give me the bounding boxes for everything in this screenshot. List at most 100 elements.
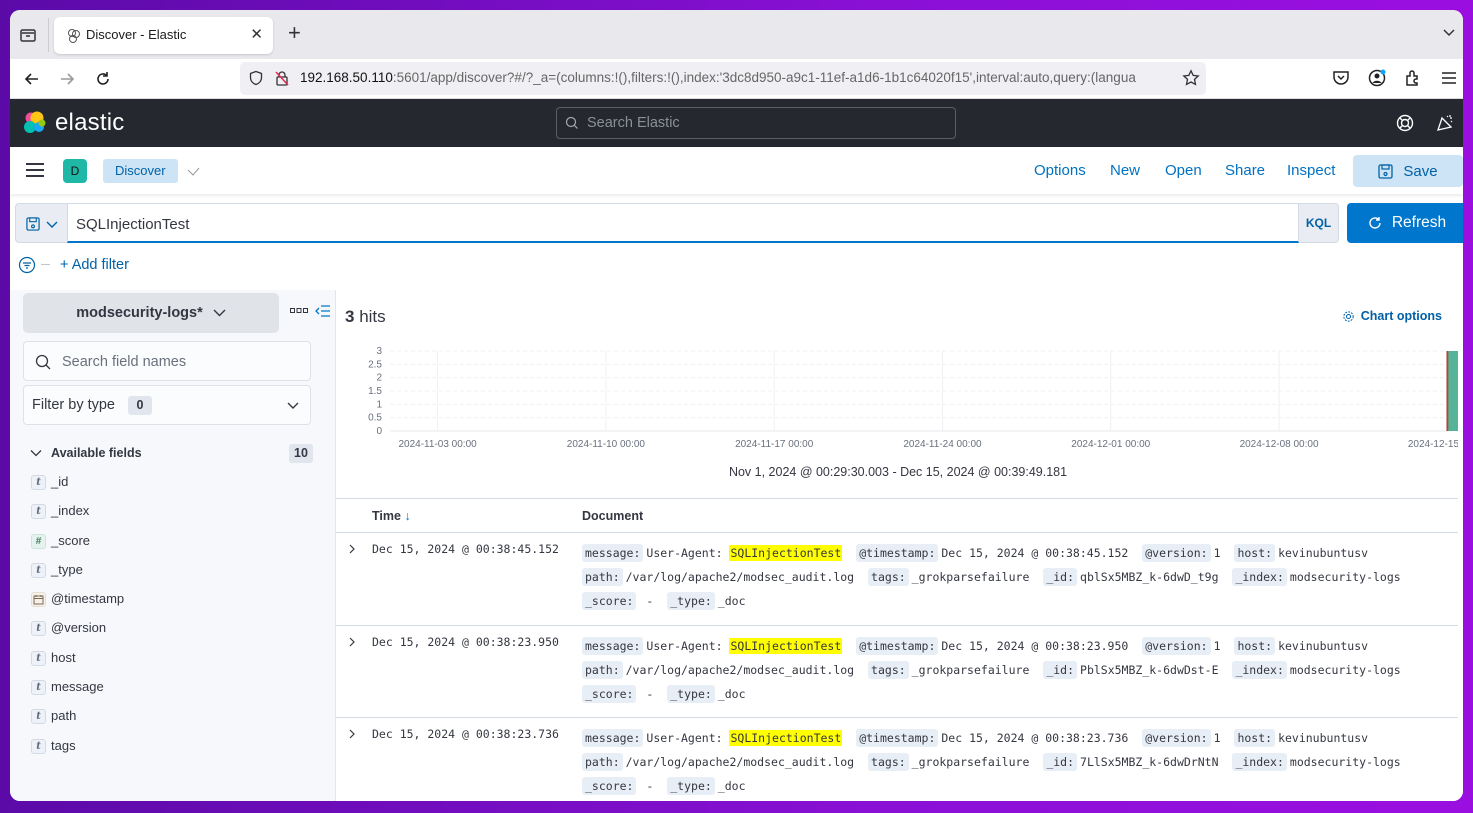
field-item[interactable]: t _type: [31, 560, 316, 589]
chevron-down-icon: [46, 221, 58, 228]
forward-button[interactable]: [55, 67, 79, 91]
available-fields-toggle[interactable]: Available fields 10: [28, 444, 313, 464]
newsfeed-icon[interactable]: [1435, 113, 1455, 133]
chevron-down-icon: [187, 167, 200, 176]
field-item[interactable]: # _score: [31, 531, 316, 560]
histogram-chart[interactable]: 0 0.5 1 1.5 2 2.5 3 2024-11-03 00:00 2024-11-10 …: [338, 341, 1458, 461]
inspect-link[interactable]: Inspect: [1287, 162, 1335, 179]
filter-by-type-dropdown[interactable]: Filter by type 0: [23, 385, 311, 425]
hits-number: 3: [345, 307, 355, 326]
browser-tab-discover[interactable]: Discover - Elastic ✕: [54, 17, 273, 54]
url-text[interactable]: 192.168.50.110:5601/app/discover?#/?_a=(…: [300, 70, 1175, 85]
collapse-sidebar-icon[interactable]: [315, 304, 331, 318]
chevron-right-icon[interactable]: [346, 543, 358, 555]
field-value: kevinubuntusv: [1278, 731, 1368, 745]
global-search[interactable]: [556, 107, 956, 139]
field-item[interactable]: t host: [31, 648, 316, 677]
table-body: Dec 15, 2024 @ 00:38:45.152 message: User-…: [336, 533, 1458, 801]
chevron-right-icon[interactable]: [346, 728, 358, 740]
query-input[interactable]: [76, 213, 1276, 235]
query-language-toggle[interactable]: KQL: [1299, 203, 1339, 243]
field-item[interactable]: t _id: [31, 472, 316, 501]
chart-options-button[interactable]: Chart options: [1342, 309, 1442, 323]
field-value-text: User-Agent:: [646, 638, 730, 653]
query-input-container[interactable]: [67, 203, 1299, 243]
field-value-text: 7LlSx5MBZ_k-6dwDrNtN: [1080, 755, 1219, 769]
field-value: -: [639, 779, 660, 793]
breadcrumb-discover[interactable]: Discover: [103, 159, 178, 183]
navigation-bar: 192.168.50.110:5601/app/discover?#/?_a=(…: [10, 59, 1463, 99]
field-value-text: _grokparsefailure: [911, 570, 1030, 584]
column-header-time[interactable]: Time ↓: [372, 509, 411, 523]
field-item[interactable]: t _index: [31, 501, 316, 530]
field-value: _grokparsefailure: [912, 755, 1030, 769]
divider: [41, 264, 50, 265]
add-filter-button[interactable]: + Add filter: [60, 257, 129, 273]
search-icon: [565, 116, 578, 129]
elastic-logo-icon[interactable]: [22, 110, 48, 136]
more-options-icon[interactable]: [290, 307, 308, 315]
account-icon[interactable]: [1367, 68, 1387, 88]
field-value: /var/log/apache2/modsec_audit.log: [626, 755, 854, 769]
field-key: _id:: [1043, 753, 1078, 771]
row-timestamp: Dec 15, 2024 @ 00:38:23.736: [372, 727, 559, 741]
new-link[interactable]: New: [1110, 162, 1140, 179]
field-value-text: _grokparsefailure: [911, 662, 1030, 677]
back-button[interactable]: [20, 67, 44, 91]
field-item[interactable]: t path: [31, 706, 316, 735]
field-value: Dec 15, 2024 @ 00:38:23.736: [941, 731, 1128, 745]
filter-menu-icon[interactable]: [18, 256, 36, 274]
field-value-text: _doc: [717, 594, 746, 608]
refresh-button[interactable]: Refresh: [1347, 203, 1463, 243]
saved-query-button[interactable]: [15, 203, 68, 243]
field-value-text: Dec 15, 2024 @ 00:38:23.950: [941, 638, 1129, 653]
field-name: tags: [51, 737, 76, 753]
insecure-lock-icon[interactable]: [274, 70, 290, 86]
gear-icon: [1343, 310, 1354, 322]
field-item[interactable]: t message: [31, 677, 316, 706]
field-value-text: Dec 15, 2024 @ 00:38:23.736: [941, 731, 1129, 745]
filter-by-type-count: 0: [128, 396, 152, 415]
global-search-input[interactable]: [587, 112, 947, 134]
save-label: Save: [1403, 162, 1438, 180]
save-button[interactable]: Save: [1353, 155, 1463, 187]
field-key: tags:: [868, 753, 909, 771]
field-value: _doc: [718, 779, 746, 793]
y-tick-label: 0.5: [368, 413, 382, 424]
field-value-text: _grokparsefailure: [911, 755, 1030, 769]
field-search[interactable]: [23, 341, 311, 381]
bookmark-star-icon[interactable]: [1182, 69, 1200, 87]
options-link[interactable]: Options: [1034, 162, 1086, 179]
field-value-text: _doc: [717, 779, 746, 793]
index-pattern-selector[interactable]: modsecurity-logs*: [23, 293, 279, 333]
field-item[interactable]: t @version: [31, 618, 316, 647]
field-value-text: -: [639, 594, 661, 608]
menu-icon[interactable]: [1439, 68, 1459, 88]
space-avatar[interactable]: D: [63, 159, 87, 183]
field-item[interactable]: @timestamp: [31, 589, 316, 618]
new-tab-button[interactable]: +: [288, 22, 301, 44]
tab-strip: Discover - Elastic ✕ +: [10, 10, 1463, 59]
chevron-down-icon: [213, 309, 226, 317]
y-tick-label: 2.5: [368, 359, 382, 370]
filter-by-type-label: Filter by type: [32, 397, 115, 413]
field-search-input[interactable]: [62, 352, 302, 372]
help-icon[interactable]: [1395, 113, 1415, 133]
close-tab-icon[interactable]: ✕: [250, 25, 263, 43]
extensions-icon[interactable]: [1403, 68, 1423, 88]
shield-icon[interactable]: [248, 70, 264, 86]
field-item[interactable]: t tags: [31, 736, 316, 765]
sort-arrow-icon[interactable]: ↓: [404, 509, 410, 523]
reload-button[interactable]: [91, 67, 115, 91]
chevron-right-icon[interactable]: [346, 636, 358, 648]
open-link[interactable]: Open: [1165, 162, 1202, 179]
string-type-icon: t: [31, 504, 46, 520]
url-bar[interactable]: 192.168.50.110:5601/app/discover?#/?_a=(…: [240, 62, 1206, 95]
tab-list-icon[interactable]: [18, 25, 38, 45]
pocket-icon[interactable]: [1331, 68, 1351, 88]
index-pattern-name: modsecurity-logs*: [76, 305, 203, 321]
chevron-down-icon[interactable]: [1441, 24, 1457, 40]
share-link[interactable]: Share: [1225, 162, 1265, 179]
field-key: message:: [582, 544, 644, 562]
hamburger-menu-icon[interactable]: [26, 163, 44, 177]
